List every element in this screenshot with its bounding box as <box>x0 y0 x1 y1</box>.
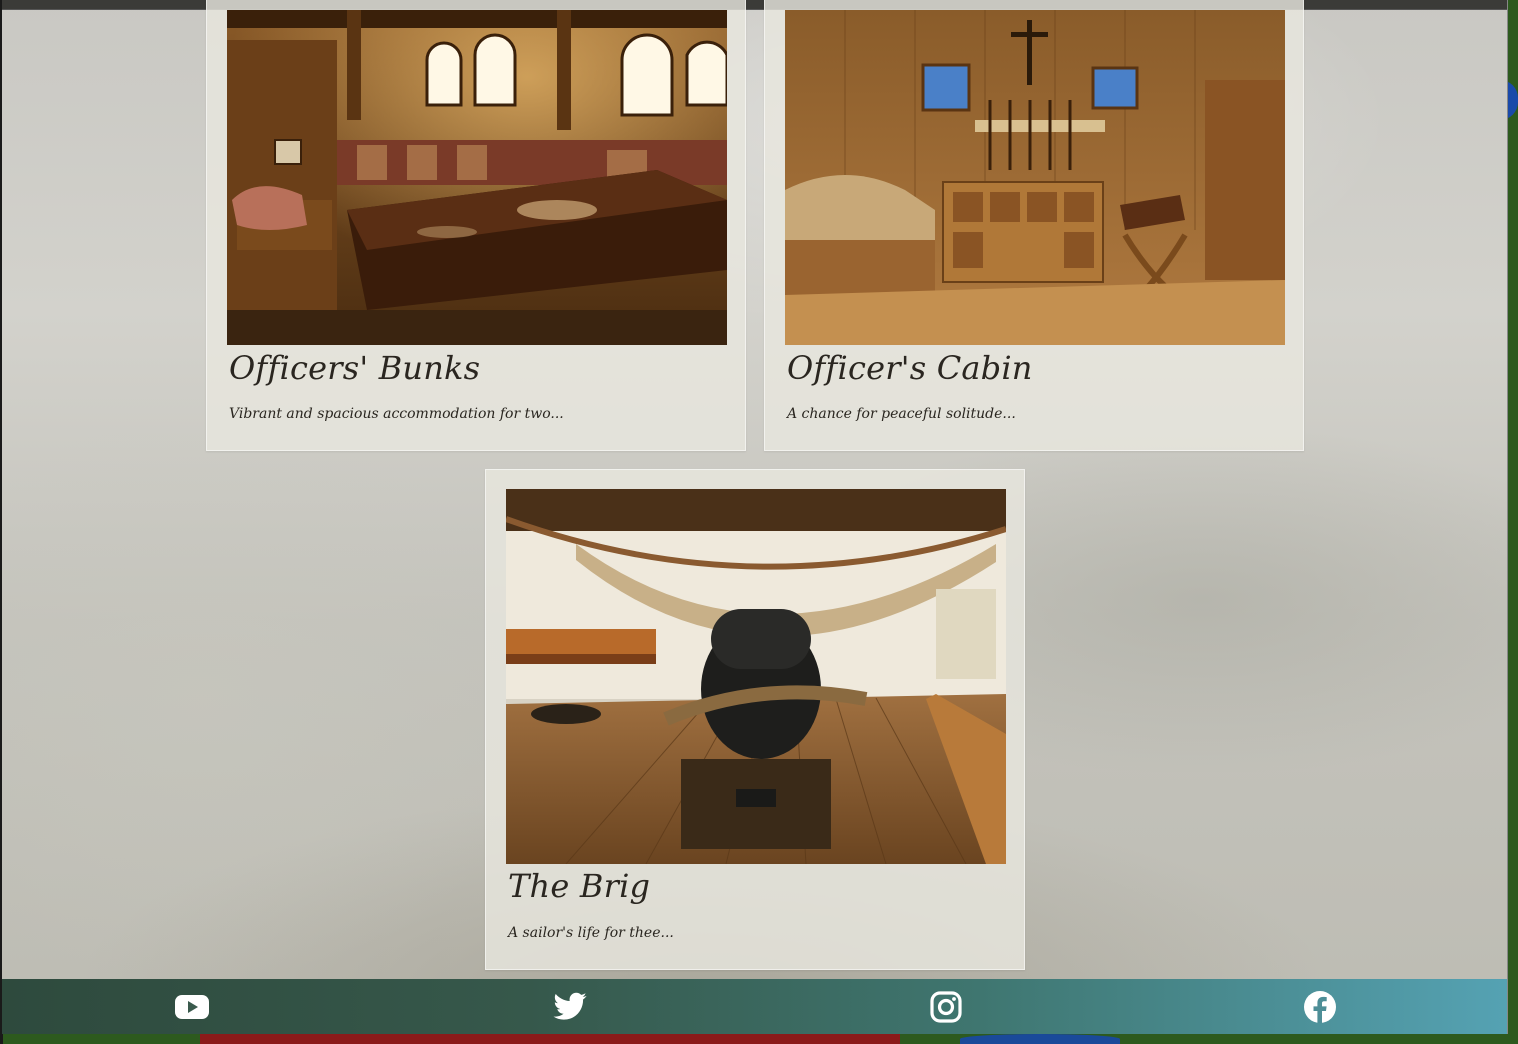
room-title: Officers' Bunks <box>229 349 481 387</box>
room-photo-the-brig[interactable] <box>506 489 1006 864</box>
facebook-link[interactable] <box>1302 989 1338 1025</box>
youtube-link[interactable] <box>174 989 210 1025</box>
room-photo-officers-cabin[interactable] <box>785 10 1285 345</box>
room-title: Officer's Cabin <box>787 349 1033 387</box>
youtube-icon <box>175 995 209 1019</box>
room-description: A sailor's life for thee... <box>508 925 674 941</box>
desktop-backdrop <box>960 1034 1120 1044</box>
room-title: The Brig <box>508 867 651 905</box>
room-description: Vibrant and spacious accommodation for t… <box>229 406 564 422</box>
room-description: A chance for peaceful solitude... <box>787 406 1016 422</box>
twitter-link[interactable] <box>552 989 588 1025</box>
room-card-officers-bunks[interactable]: Officers' Bunks Vibrant and spacious acc… <box>206 0 746 451</box>
site-footer <box>2 979 1507 1034</box>
desktop-backdrop <box>200 1034 900 1044</box>
browser-window: Officers' Bunks Vibrant and spacious acc… <box>2 0 1508 1034</box>
room-photo-officers-bunks[interactable] <box>227 10 727 345</box>
instagram-link[interactable] <box>928 989 964 1025</box>
room-card-the-brig[interactable]: The Brig A sailor's life for thee... <box>485 469 1025 970</box>
instagram-icon <box>930 991 962 1023</box>
facebook-icon <box>1304 991 1336 1023</box>
room-card-officers-cabin[interactable]: Officer's Cabin A chance for peaceful so… <box>764 0 1304 451</box>
twitter-icon <box>553 992 587 1020</box>
